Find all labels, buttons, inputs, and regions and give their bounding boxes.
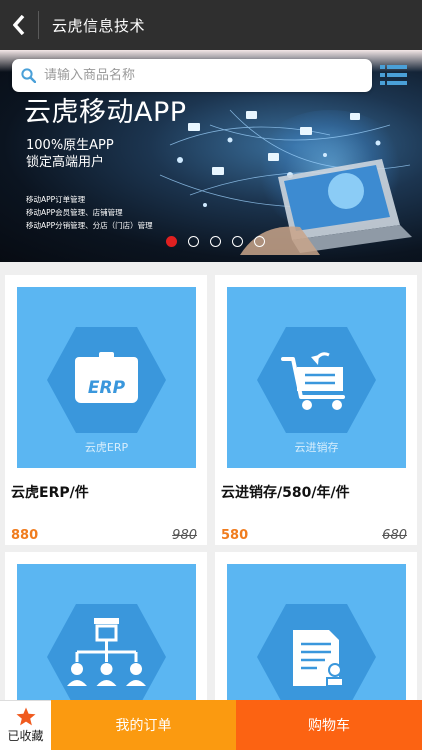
product-name[interactable]: 云虎ERP/件	[11, 482, 89, 502]
product-card[interactable]	[5, 552, 207, 710]
document-stamp-icon	[257, 604, 376, 710]
banner-feature-3: 移动APP分销管理、分店（门店）管理	[26, 221, 153, 230]
search-input[interactable]	[44, 68, 344, 83]
carousel-dots	[166, 236, 265, 247]
product-card[interactable]	[215, 552, 417, 710]
shopping-cart-icon	[257, 327, 376, 433]
product-image-caption: 云进销存	[294, 441, 339, 454]
store-distribution-icon	[47, 604, 166, 710]
product-image	[17, 564, 196, 710]
carousel-dot-4[interactable]	[232, 236, 243, 247]
category-menu-icon[interactable]	[380, 64, 407, 86]
star-icon	[16, 707, 35, 726]
banner-feature-2: 移动APP会员管理、店铺管理	[26, 208, 123, 217]
product-price: 580	[221, 528, 249, 543]
favorite-button[interactable]: 已收藏	[0, 700, 51, 750]
search-bar[interactable]	[12, 59, 372, 92]
carousel-dot-2[interactable]	[188, 236, 199, 247]
banner-feature-1: 移动APP订单管理	[26, 195, 86, 204]
top-bar: 云虎信息技术	[0, 0, 422, 50]
my-orders-button[interactable]: 我的订单	[51, 700, 236, 750]
shopping-cart-button[interactable]: 购物车	[236, 700, 422, 750]
product-image: ERP 云虎ERP	[17, 287, 196, 468]
carousel-dot-5[interactable]	[254, 236, 265, 247]
product-image	[227, 564, 406, 710]
carousel-dot-3[interactable]	[210, 236, 221, 247]
back-arrow-icon	[13, 15, 25, 35]
product-original-price: 980	[172, 528, 197, 543]
banner-line-2: 锁定高端用户	[26, 155, 105, 170]
erp-box-icon: ERP	[47, 327, 166, 433]
product-original-price: 680	[382, 528, 407, 543]
page-title: 云虎信息技术	[52, 16, 146, 35]
product-name[interactable]: 云进销存/580/年/件	[221, 482, 350, 502]
product-image: 云进销存	[227, 287, 406, 468]
favorite-label: 已收藏	[7, 729, 44, 743]
network-laptop-illustration	[159, 109, 412, 255]
banner-title: 云虎移动APP	[24, 97, 187, 128]
back-button[interactable]	[0, 0, 38, 50]
carousel-dot-1[interactable]	[166, 236, 177, 247]
product-image-caption: 云虎ERP	[84, 441, 129, 454]
product-price: 880	[11, 528, 39, 543]
bottom-action-bar: 已收藏 我的订单 购物车	[0, 700, 422, 750]
search-icon	[21, 68, 36, 83]
product-card[interactable]: 云进销存 云进销存/580/年/件 580 680	[215, 275, 417, 545]
product-card[interactable]: ERP 云虎ERP 云虎ERP/件 880 980	[5, 275, 207, 545]
header-divider	[38, 11, 39, 39]
svg-text:ERP: ERP	[88, 378, 126, 398]
